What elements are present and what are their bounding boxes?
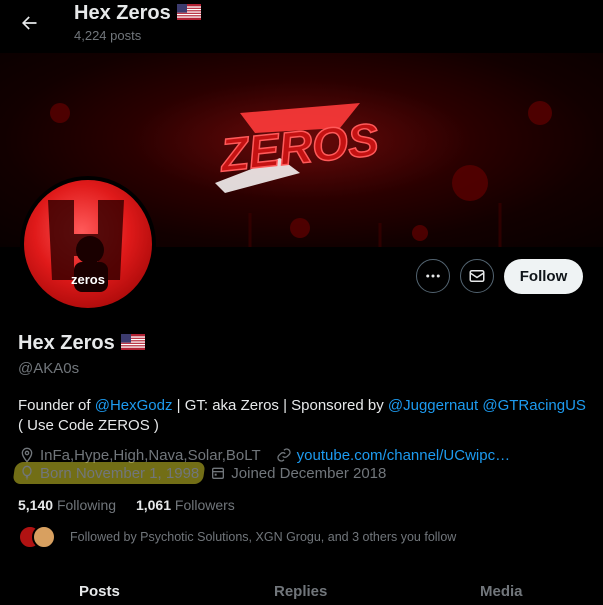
bio-mention-link[interactable]: @Juggernaut [388,397,478,414]
avatar[interactable]: zeros [20,176,156,312]
bio-mention-link[interactable]: @GTRacingUS [482,397,586,414]
us-flag-icon [120,334,145,350]
avatar-logo [48,200,124,292]
followers-count: 1,061 [135,497,172,513]
following-count: 5,140 [18,497,54,513]
follower-avatar [32,525,56,549]
bio-text: Founder of [18,397,95,414]
balloon-icon [18,464,36,482]
profile-name-text: Hex Zeros [18,332,115,354]
bio-text: | GT: aka Zeros | Sponsored by [172,397,388,414]
followers-label: Followers [174,497,235,513]
follow-button[interactable]: Follow [504,259,583,294]
avatar-image: zeros [24,180,152,308]
profile-meta-row: Born November 1, 1998 Joined December 20… [18,464,386,482]
header-title: Hex Zeros [74,2,201,25]
top-bar: Hex Zeros 4,224 posts [0,0,603,53]
arrow-left-icon [22,16,37,30]
avatar-label: zeros [71,272,105,287]
calendar-icon [209,464,227,482]
more-options-button[interactable] [416,259,450,293]
envelope-icon [469,270,485,282]
followed-by-text: Followed by Psychotic Solutions, XGN Gro… [70,530,457,544]
message-button[interactable] [460,259,494,293]
followed-by-row[interactable]: Followed by Psychotic Solutions, XGN Gro… [18,525,456,549]
bio-text: ( Use Code ZEROS ) [18,417,159,434]
birthday-text: Born November 1, 1998 [40,464,200,482]
following-link[interactable]: 5,140 Following [18,497,116,513]
joined-text: Joined December 2018 [231,464,387,482]
tab-posts[interactable]: Posts [79,583,120,600]
followers-link[interactable]: 1,061 Followers [136,497,235,513]
bio-mention-link[interactable]: @HexGodz [95,397,173,414]
follow-stats: 5,140 Following 1,061 Followers [18,497,235,513]
header-name: Hex Zeros [74,2,171,24]
more-icon [426,274,440,278]
profile-handle: @AKA0s [18,360,80,377]
location-text: InFa,Hype,High,Nava,Solar,BoLT [40,446,261,464]
post-count: 4,224 posts [74,28,142,43]
profile-name: Hex Zeros [18,332,145,355]
link-icon [275,446,293,464]
profile-tabs: Posts Replies Media [0,575,603,605]
tab-media[interactable]: Media [480,583,523,600]
tab-replies[interactable]: Replies [274,583,327,600]
profile-bio: Founder of @HexGodz | GT: aka Zeros | Sp… [18,396,588,436]
following-label: Following [56,497,117,513]
banner-logo-text: ZEROS [216,113,381,182]
back-button[interactable] [14,8,44,38]
website-link[interactable]: youtube.com/channel/UCwipc… [297,447,510,464]
us-flag-icon [176,4,201,20]
